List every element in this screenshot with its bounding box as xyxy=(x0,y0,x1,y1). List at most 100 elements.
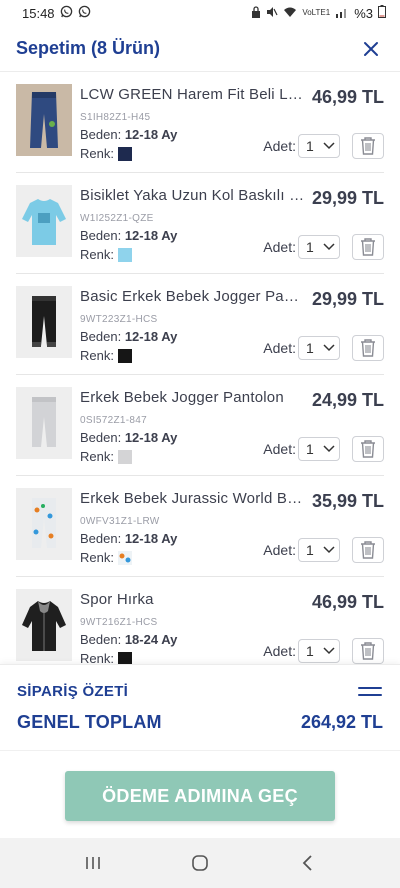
product-name[interactable]: Bisiklet Yaka Uzun Kol Baskılı Penye xyxy=(80,187,306,204)
size-label: Beden: xyxy=(80,228,122,243)
color-swatch xyxy=(117,449,132,464)
remove-item-button[interactable] xyxy=(352,133,384,159)
size-label: Beden: xyxy=(80,430,122,445)
size-label: Beden: xyxy=(80,329,122,344)
grand-total-label: GENEL TOPLAM xyxy=(17,712,162,732)
size-row: Beden: 12-18 Ay xyxy=(80,127,177,142)
home-icon xyxy=(192,855,208,871)
color-swatch xyxy=(117,247,132,262)
size-value: 12-18 Ay xyxy=(124,531,178,546)
size-label: Beden: xyxy=(80,127,122,142)
cardigan-image xyxy=(16,589,72,661)
product-sku: W1I252Z1-QZE xyxy=(80,213,154,224)
black-jogger-image xyxy=(16,286,72,358)
quantity-select[interactable]: 1 xyxy=(298,639,340,663)
grey-jogger-image xyxy=(16,387,72,459)
qty-label: Adet: xyxy=(263,441,296,457)
product-name[interactable]: Erkek Bebek Jogger Pantolon xyxy=(80,389,306,406)
product-image[interactable] xyxy=(16,488,72,560)
proceed-to-payment-button[interactable]: ÖDEME ADIMINA GEÇ xyxy=(65,771,335,821)
cart-item: LCW GREEN Harem Fit Beli Lastikli Pantol… xyxy=(16,72,384,173)
battery-text: %3 xyxy=(354,5,373,21)
order-summary-title: SİPARİŞ ÖZETİ xyxy=(17,683,129,700)
cart-item-list[interactable]: LCW GREEN Harem Fit Beli Lastikli Pantol… xyxy=(0,72,400,664)
color-row: Renk: xyxy=(80,348,132,363)
size-value: 12-18 Ay xyxy=(124,127,178,142)
color-label: Renk: xyxy=(80,651,114,664)
color-label: Renk: xyxy=(80,550,114,565)
size-row: Beden: 12-18 Ay xyxy=(80,329,177,344)
jeans-image xyxy=(16,84,72,156)
remove-item-button[interactable] xyxy=(352,638,384,664)
home-button[interactable] xyxy=(180,843,220,883)
qty-label: Adet: xyxy=(263,138,296,154)
product-image[interactable] xyxy=(16,589,72,661)
back-icon xyxy=(302,855,312,871)
size-value: 12-18 Ay xyxy=(124,329,178,344)
quantity-select[interactable]: 1 xyxy=(298,437,340,461)
signal-icon xyxy=(335,6,349,21)
product-image[interactable] xyxy=(16,286,72,358)
color-label: Renk: xyxy=(80,247,114,262)
recent-apps-icon xyxy=(86,857,101,869)
product-name[interactable]: Basic Erkek Bebek Jogger Pantolon xyxy=(80,288,306,305)
size-label: Beden: xyxy=(80,531,122,546)
battery-icon xyxy=(378,5,386,21)
page-title: Sepetim (8 Ürün) xyxy=(16,38,161,58)
volte-indicator: VoLTE1 xyxy=(302,8,331,17)
trash-icon xyxy=(361,339,375,357)
quantity-value: 1 xyxy=(306,138,314,154)
cart-header: Sepetim (8 Ürün) xyxy=(0,26,400,72)
product-sku: 0SI572Z1-847 xyxy=(80,415,147,426)
product-sku: S1IH82Z1-H45 xyxy=(80,112,151,123)
quantity-select[interactable]: 1 xyxy=(298,134,340,158)
quantity-select[interactable]: 1 xyxy=(298,235,340,259)
summary-toggle-icon[interactable] xyxy=(358,687,382,699)
remove-item-button[interactable] xyxy=(352,234,384,260)
remove-item-button[interactable] xyxy=(352,537,384,563)
product-name[interactable]: LCW GREEN Harem Fit Beli Lastikli Pantol… xyxy=(80,86,306,103)
product-price: 29,99 TL xyxy=(311,289,384,309)
trash-icon xyxy=(361,541,375,559)
pattern-swatch xyxy=(117,550,132,565)
product-price: 46,99 TL xyxy=(311,87,384,107)
whatsapp-icon xyxy=(60,5,73,21)
status-time: 15:48 xyxy=(22,5,55,21)
cart-item: Basic Erkek Bebek Jogger Pantolon 29,99 … xyxy=(16,274,384,375)
product-name[interactable]: Spor Hırka xyxy=(80,591,306,608)
trash-icon xyxy=(361,642,375,660)
color-row: Renk: xyxy=(80,449,132,464)
close-icon xyxy=(364,41,378,56)
quantity-value: 1 xyxy=(306,340,314,356)
product-image[interactable] xyxy=(16,185,72,257)
product-sku: 9WT216Z1-HCS xyxy=(80,617,158,628)
size-value: 18-24 Ay xyxy=(124,632,178,647)
close-button[interactable] xyxy=(358,36,384,62)
back-button[interactable] xyxy=(287,843,327,883)
wifi-icon xyxy=(283,6,297,21)
trash-icon xyxy=(361,440,375,458)
color-row: Renk: xyxy=(80,247,132,262)
size-row: Beden: 12-18 Ay xyxy=(80,531,177,546)
quantity-value: 1 xyxy=(306,441,314,457)
product-image[interactable] xyxy=(16,387,72,459)
size-value: 12-18 Ay xyxy=(124,228,178,243)
remove-item-button[interactable] xyxy=(352,335,384,361)
size-label: Beden: xyxy=(80,632,122,647)
checkout-area: ÖDEME ADIMINA GEÇ xyxy=(0,750,400,838)
recent-apps-button[interactable] xyxy=(73,843,113,883)
mute-icon xyxy=(266,6,278,21)
product-name[interactable]: Erkek Bebek Jurassic World Baskılı Panto… xyxy=(80,490,306,507)
trash-icon xyxy=(361,238,375,256)
color-row: Renk: xyxy=(80,651,132,664)
color-swatch xyxy=(117,146,132,161)
quantity-select[interactable]: 1 xyxy=(298,538,340,562)
product-price: 46,99 TL xyxy=(311,592,384,612)
quantity-select[interactable]: 1 xyxy=(298,336,340,360)
cart-item: Bisiklet Yaka Uzun Kol Baskılı Penye 29,… xyxy=(16,173,384,274)
color-label: Renk: xyxy=(80,348,114,363)
remove-item-button[interactable] xyxy=(352,436,384,462)
color-swatch xyxy=(117,651,132,664)
product-image[interactable] xyxy=(16,84,72,156)
product-price: 29,99 TL xyxy=(311,188,384,208)
